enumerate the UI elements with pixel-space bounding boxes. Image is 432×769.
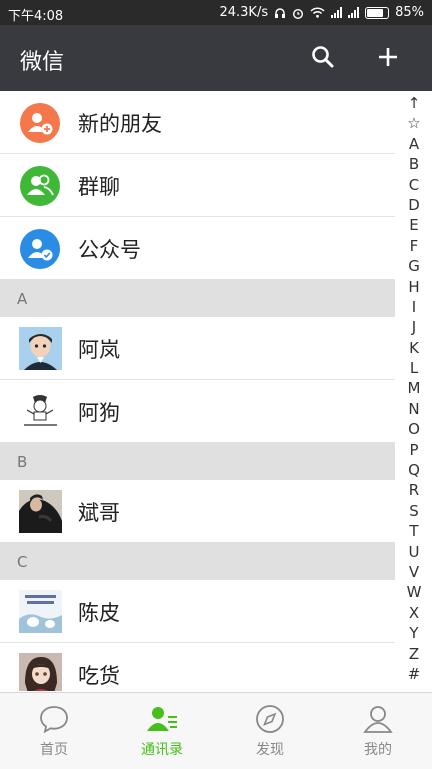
alphabet-index[interactable]: ↑ ☆ A B C D E F G H I J K L M N O P Q R S T U V W X Y Z # <box>396 93 432 685</box>
index-letter[interactable]: N <box>408 399 419 419</box>
contacts-icon <box>147 707 177 731</box>
index-letter[interactable]: F <box>410 236 419 256</box>
status-bar: 下午4:08 24.3K/s 85% <box>0 0 432 25</box>
wifi-icon <box>310 7 325 18</box>
index-letter[interactable]: S <box>409 501 419 521</box>
official-accounts-label: 公众号 <box>78 238 141 262</box>
index-letter[interactable]: G <box>408 256 420 276</box>
tab-discover[interactable]: 发现 <box>216 693 324 769</box>
index-letter[interactable]: X <box>409 603 419 623</box>
index-letter[interactable]: L <box>410 358 418 378</box>
avatar <box>19 590 62 633</box>
index-letter[interactable]: K <box>409 338 419 358</box>
section-letter: A <box>17 290 28 308</box>
plus-icon[interactable] <box>374 43 402 71</box>
group-chats-label: 群聊 <box>78 175 120 199</box>
tab-label: 通讯录 <box>141 742 183 758</box>
contact-name: 斌哥 <box>78 501 120 525</box>
tab-home[interactable]: 首页 <box>0 693 108 769</box>
avatar <box>19 390 62 433</box>
tab-label: 首页 <box>40 742 68 758</box>
index-letter[interactable]: U <box>409 542 420 562</box>
index-letter[interactable]: C <box>409 175 419 195</box>
tab-contacts[interactable]: 通讯录 <box>108 693 216 769</box>
index-letter[interactable]: Q <box>408 460 420 480</box>
group-chat-icon <box>20 166 60 206</box>
index-letter[interactable]: H <box>408 277 419 297</box>
headphone-icon <box>275 7 286 18</box>
index-letter[interactable]: Y <box>409 623 418 643</box>
index-letter[interactable]: J <box>412 317 416 337</box>
person-icon <box>363 706 393 733</box>
alarm-icon <box>293 8 304 19</box>
index-letter[interactable]: R <box>409 480 419 500</box>
network-speed: 24.3K/s <box>219 5 269 20</box>
index-letter[interactable]: O <box>408 419 420 439</box>
index-letter[interactable]: I <box>412 297 416 317</box>
contact-row-chihuo[interactable]: 吃货 <box>0 643 395 691</box>
contact-name: 吃货 <box>78 664 120 688</box>
index-letter[interactable]: P <box>409 440 418 460</box>
tab-label: 我的 <box>364 742 392 758</box>
index-letter[interactable]: E <box>409 215 418 235</box>
app-header: 微信 <box>0 25 432 91</box>
battery-icon <box>365 6 390 19</box>
official-accounts-row[interactable]: 公众号 <box>0 217 395 280</box>
index-letter[interactable]: Z <box>409 644 419 664</box>
avatar <box>19 327 62 370</box>
section-header-c: C <box>0 542 395 580</box>
section-letter: B <box>17 453 28 471</box>
index-letter[interactable]: # <box>408 664 421 684</box>
chat-bubble-icon <box>40 706 68 734</box>
contact-name: 陈皮 <box>78 601 120 625</box>
new-friends-row[interactable]: 新的朋友 <box>0 91 395 154</box>
section-header-b: B <box>0 442 395 480</box>
contact-name: 阿狗 <box>78 401 120 425</box>
contact-row-alan[interactable]: 阿岚 <box>0 317 395 380</box>
new-friends-label: 新的朋友 <box>78 112 162 136</box>
index-letter[interactable]: W <box>407 582 422 602</box>
avatar <box>19 490 62 533</box>
section-letter: C <box>17 553 28 571</box>
status-time: 下午4:08 <box>8 9 64 24</box>
bottom-nav: 首页 通讯录 发现 我的 <box>0 692 432 769</box>
compass-icon <box>256 705 284 733</box>
index-letter[interactable]: ☆ <box>407 113 420 133</box>
new-friend-icon <box>20 103 60 143</box>
signal-2-icon <box>348 7 360 18</box>
section-header-a: A <box>0 279 395 317</box>
tab-label: 发现 <box>256 742 284 758</box>
index-letter[interactable]: A <box>409 134 419 154</box>
status-indicators: 24.3K/s 85% <box>219 5 424 20</box>
contact-name: 阿岚 <box>78 338 120 362</box>
battery-percent: 85% <box>395 5 424 20</box>
app-title: 微信 <box>20 50 65 75</box>
index-letter[interactable]: V <box>409 562 419 582</box>
signal-1-icon <box>331 7 343 18</box>
contact-row-binge[interactable]: 斌哥 <box>0 480 395 543</box>
contact-list[interactable]: 新的朋友 群聊 公众号 A 阿岚 阿狗 B 斌哥 C 陈皮 吃货 <box>0 91 432 691</box>
index-letter[interactable]: T <box>409 521 418 541</box>
contact-row-chenpi[interactable]: 陈皮 <box>0 580 395 643</box>
index-letter[interactable]: D <box>408 195 420 215</box>
index-letter[interactable]: M <box>408 378 421 398</box>
tab-me[interactable]: 我的 <box>324 693 432 769</box>
official-account-icon <box>20 229 60 269</box>
index-letter[interactable]: ↑ <box>408 93 421 113</box>
index-letter[interactable]: B <box>409 154 419 174</box>
avatar <box>19 653 62 691</box>
group-chats-row[interactable]: 群聊 <box>0 154 395 217</box>
search-icon[interactable] <box>309 43 337 71</box>
contact-row-agou[interactable]: 阿狗 <box>0 380 395 443</box>
